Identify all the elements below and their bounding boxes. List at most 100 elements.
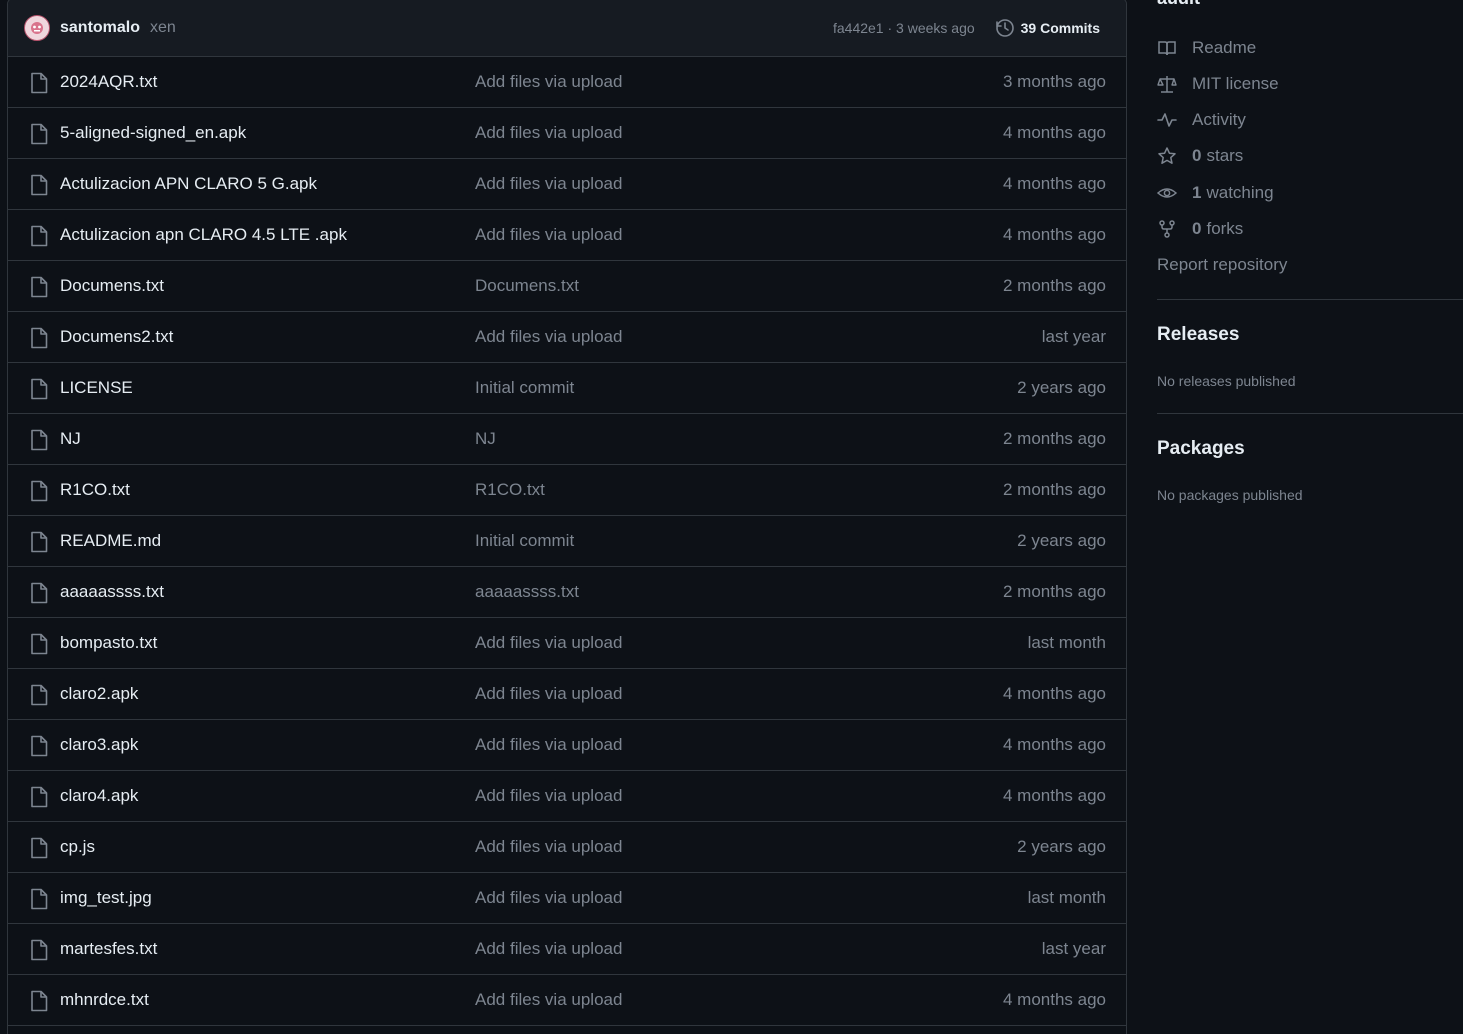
file-row[interactable]: 5-aligned-signed_en.apk Add files via upl… (8, 108, 1126, 159)
file-icon (30, 888, 48, 915)
commit-hash-and-time[interactable]: fa442e1 · 3 weeks ago (833, 20, 975, 36)
readme-link[interactable]: Readme (1157, 38, 1256, 58)
file-icon (30, 378, 48, 405)
file-commit-date: 4 months ago (1002, 174, 1106, 193)
file-commit-message-link[interactable]: Add files via upload (475, 633, 622, 653)
file-row[interactable]: Actulizacion APN CLARO 5 G.apk Add files … (8, 159, 1126, 210)
file-commit-date: 3 months ago (1002, 72, 1106, 91)
file-icon (30, 123, 48, 150)
file-row[interactable]: Documens2.txt Add files via upload last ye… (8, 312, 1126, 363)
file-row[interactable]: LICENSE Initial commit 2 years ago (8, 363, 1126, 414)
file-row[interactable]: README.md Initial commit 2 years ago (8, 516, 1126, 567)
packages-heading[interactable]: Packages (1157, 438, 1245, 460)
file-commit-message-link[interactable]: Documens.txt (475, 276, 579, 296)
commit-message-link[interactable]: xen (150, 19, 176, 37)
file-name-link[interactable]: Documens2.txt (60, 327, 173, 347)
file-commit-message-link[interactable]: R1CO.txt (475, 480, 545, 500)
readme-label: Readme (1192, 38, 1257, 57)
file-commit-message-link[interactable]: Add files via upload (475, 684, 622, 704)
file-row[interactable]: Documens.txt Documens.txt 2 months ago (8, 261, 1126, 312)
file-row[interactable]: Actulizacion apn CLARO 4.5 LTE .apk Add f… (8, 210, 1126, 261)
author-avatar[interactable] (24, 14, 50, 41)
file-commit-message-link[interactable]: Add files via upload (475, 123, 622, 143)
file-row[interactable]: claro4.apk Add files via upload 4 months a… (8, 771, 1126, 822)
file-name-link[interactable]: img_test.jpg (60, 888, 152, 908)
book-icon (1158, 41, 1176, 56)
file-row[interactable]: img_test.jpg Add files via upload last mon… (8, 873, 1126, 924)
file-commit-message-link[interactable]: Add files via upload (475, 225, 622, 245)
file-commit-message-link[interactable]: Initial commit (475, 378, 574, 398)
file-name-link[interactable]: martesfes.txt (60, 939, 157, 959)
license-label: MIT license (1192, 74, 1279, 93)
file-row[interactable]: R1CO.txt R1CO.txt 2 months ago (8, 465, 1126, 516)
file-name-link[interactable]: Actulizacion APN CLARO 5 G.apk (60, 174, 317, 194)
file-icon (30, 735, 48, 762)
forks-link[interactable]: 0 forks (1157, 219, 1243, 239)
file-commit-date: 4 months ago (1002, 735, 1106, 754)
releases-heading[interactable]: Releases (1157, 324, 1239, 346)
file-name-link[interactable]: aaaaassss.txt (60, 582, 164, 602)
file-commit-date: 2 months ago (1002, 480, 1106, 499)
file-row[interactable]: bompasto.txt Add files via upload last mon… (8, 618, 1126, 669)
pulse-icon (1157, 113, 1177, 127)
watchers-link[interactable]: 1 watching (1157, 183, 1274, 203)
file-commit-message-link[interactable]: Initial commit (475, 531, 574, 551)
file-name-link[interactable]: 2024AQR.txt (60, 72, 157, 92)
eye-icon (1157, 188, 1177, 198)
sidebar-divider (1157, 413, 1463, 414)
sidebar-divider (1157, 299, 1463, 300)
file-commit-message-link[interactable]: NJ (475, 429, 496, 449)
file-commit-message-link[interactable]: aaaaassss.txt (475, 582, 579, 602)
file-row[interactable]: claro3.apk Add files via upload 4 months a… (8, 720, 1126, 771)
file-icon (30, 225, 48, 252)
file-name-link[interactable]: LICENSE (60, 378, 133, 398)
file-icon (30, 531, 48, 558)
file-icon (30, 684, 48, 711)
file-commit-message-link[interactable]: Add files via upload (475, 786, 622, 806)
commits-history-link[interactable]: 39 Commits (995, 18, 1100, 38)
file-name-link[interactable]: Documens.txt (60, 276, 164, 296)
file-row[interactable]: claro2.apk Add files via upload 4 months a… (8, 669, 1126, 720)
file-commit-date: 2 months ago (1002, 429, 1106, 448)
file-row[interactable]: martesfes.txt Add files via upload last ye… (8, 924, 1126, 975)
stars-count: 0 (1192, 146, 1202, 165)
file-rows: 2024AQR.txt Add files via upload 3 months … (8, 57, 1126, 1026)
watching-count: 1 (1192, 183, 1202, 202)
file-name-link[interactable]: 5-aligned-signed_en.apk (60, 123, 246, 143)
forks-count: 0 (1192, 219, 1202, 238)
file-row[interactable]: NJ NJ 2 months ago (8, 414, 1126, 465)
file-row[interactable]: aaaaassss.txt aaaaassss.txt 2 months ago (8, 567, 1126, 618)
file-commit-date: 4 months ago (1002, 786, 1106, 805)
file-row[interactable]: cp.js Add files via upload 2 years ago (8, 822, 1126, 873)
file-name-link[interactable]: R1CO.txt (60, 480, 130, 500)
license-link[interactable]: MIT license (1157, 74, 1279, 94)
file-commit-message-link[interactable]: Add files via upload (475, 327, 622, 347)
file-commit-message-link[interactable]: Add files via upload (475, 735, 622, 755)
file-commit-message-link[interactable]: Add files via upload (475, 837, 622, 857)
file-list: santomalo xen fa442e1 · 3 weeks ago 39 C… (7, 0, 1127, 1034)
file-commit-date: 2 months ago (1002, 276, 1106, 295)
commit-author-link[interactable]: santomalo (60, 19, 140, 37)
file-commit-message-link[interactable]: Add files via upload (475, 939, 622, 959)
report-repository-link[interactable]: Report repository (1157, 255, 1287, 275)
file-name-link[interactable]: claro3.apk (60, 735, 138, 755)
file-name-link[interactable]: bompasto.txt (60, 633, 157, 653)
file-name-link[interactable]: claro4.apk (60, 786, 138, 806)
file-commit-message-link[interactable]: Add files via upload (475, 990, 622, 1010)
file-name-link[interactable]: NJ (60, 429, 81, 449)
file-name-link[interactable]: mhnrdce.txt (60, 990, 149, 1010)
file-name-link[interactable]: cp.js (60, 837, 95, 857)
activity-link[interactable]: Activity (1157, 110, 1246, 130)
file-row[interactable]: 2024AQR.txt Add files via upload 3 months … (8, 57, 1126, 108)
file-name-link[interactable]: claro2.apk (60, 684, 138, 704)
packages-note: No packages published (1157, 487, 1303, 503)
file-row[interactable]: mhnrdce.txt Add files via upload 4 months … (8, 975, 1126, 1026)
file-name-link[interactable]: README.md (60, 531, 161, 551)
file-commit-message-link[interactable]: Add files via upload (475, 72, 622, 92)
file-commit-date: 2 years ago (1017, 378, 1106, 397)
file-icon (30, 939, 48, 966)
stars-link[interactable]: 0 stars (1157, 146, 1243, 166)
file-commit-message-link[interactable]: Add files via upload (475, 888, 622, 908)
file-commit-message-link[interactable]: Add files via upload (475, 174, 622, 194)
file-name-link[interactable]: Actulizacion apn CLARO 4.5 LTE .apk (60, 225, 347, 245)
